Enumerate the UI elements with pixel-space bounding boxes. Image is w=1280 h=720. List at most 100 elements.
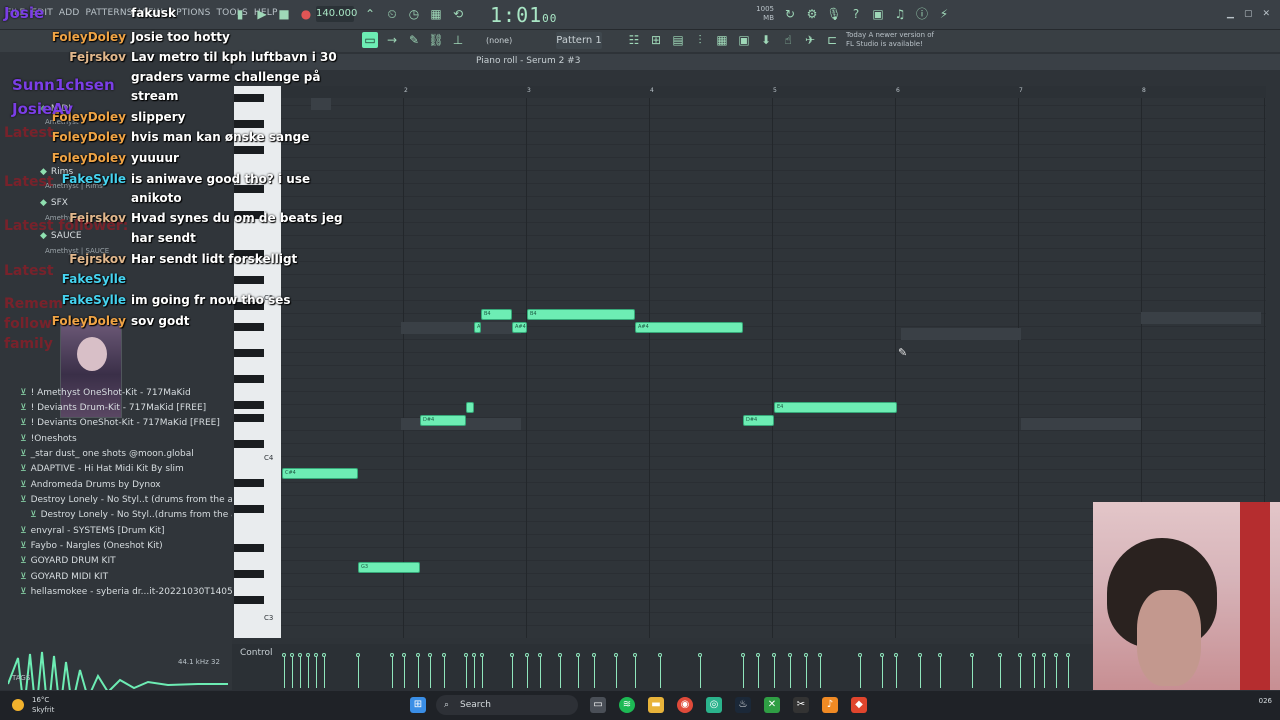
velocity-bar[interactable] bbox=[292, 656, 293, 688]
velocity-handle[interactable] bbox=[970, 653, 974, 657]
note[interactable]: C#4 bbox=[282, 468, 358, 479]
velocity-bar[interactable] bbox=[284, 656, 285, 688]
velocity-handle[interactable] bbox=[818, 653, 822, 657]
piano-roll-icon[interactable]: ▤ bbox=[670, 32, 686, 48]
velocity-bar[interactable] bbox=[1034, 656, 1035, 688]
note[interactable]: D#4 bbox=[420, 415, 466, 426]
velocity-bar[interactable] bbox=[1020, 656, 1021, 688]
velocity-handle[interactable] bbox=[658, 653, 662, 657]
update-notice[interactable]: Today A newer version of FL Studio is av… bbox=[846, 31, 938, 49]
velocity-bar[interactable] bbox=[324, 656, 325, 688]
black-key[interactable] bbox=[234, 349, 264, 357]
velocity-bar[interactable] bbox=[594, 656, 595, 688]
project-icon[interactable]: ▣ bbox=[736, 32, 752, 48]
velocity-handle[interactable] bbox=[788, 653, 792, 657]
velocity-bar[interactable] bbox=[820, 656, 821, 688]
velocity-bar[interactable] bbox=[743, 656, 744, 688]
browser-item[interactable]: ⊻ envyral - SYSTEMS [Drum Kit] bbox=[20, 526, 165, 536]
velocity-bar[interactable] bbox=[512, 656, 513, 688]
velocity-handle[interactable] bbox=[880, 653, 884, 657]
velocity-bar[interactable] bbox=[300, 656, 301, 688]
velocity-handle[interactable] bbox=[772, 653, 776, 657]
velocity-bar[interactable] bbox=[758, 656, 759, 688]
velocity-bar[interactable] bbox=[700, 656, 701, 688]
playlist-icon[interactable]: ☷ bbox=[626, 32, 642, 48]
note[interactable]: B4 bbox=[527, 309, 635, 320]
velocity-bar[interactable] bbox=[1056, 656, 1057, 688]
help-icon[interactable]: ? bbox=[848, 6, 864, 22]
app-icon[interactable]: ◎ bbox=[706, 697, 722, 713]
windows-start-icon[interactable]: ⊞ bbox=[410, 697, 426, 713]
browser-item[interactable]: ⊻! Deviants Drum-Kit - 717MaKid [FREE] bbox=[20, 403, 206, 413]
velocity-handle[interactable] bbox=[416, 653, 420, 657]
metronome-icon[interactable]: ⌃ bbox=[362, 6, 378, 22]
velocity-bar[interactable] bbox=[616, 656, 617, 688]
chrome-icon[interactable]: ◉ bbox=[677, 697, 693, 713]
black-key[interactable] bbox=[234, 120, 264, 128]
mic-icon[interactable]: 🎙 bbox=[826, 6, 842, 22]
maximize-icon[interactable]: ▢ bbox=[1244, 9, 1253, 19]
taskbar-search[interactable]: ⌕ Search bbox=[436, 695, 578, 715]
velocity-bar[interactable] bbox=[308, 656, 309, 688]
velocity-handle[interactable] bbox=[402, 653, 406, 657]
velocity-handle[interactable] bbox=[804, 653, 808, 657]
browser-icon[interactable]: ▦ bbox=[714, 32, 730, 48]
velocity-bar[interactable] bbox=[540, 656, 541, 688]
black-key[interactable] bbox=[234, 146, 264, 154]
velocity-handle[interactable] bbox=[525, 653, 529, 657]
velocity-handle[interactable] bbox=[698, 653, 702, 657]
record-icon[interactable]: ● bbox=[298, 6, 314, 22]
velocity-handle[interactable] bbox=[858, 653, 862, 657]
mixer-icon[interactable]: ⚙ bbox=[804, 6, 820, 22]
velocity-bar[interactable] bbox=[444, 656, 445, 688]
play-icon[interactable]: ▶ bbox=[254, 6, 270, 22]
weather-widget[interactable]: 16°C Skyfrit bbox=[32, 695, 54, 715]
velocity-handle[interactable] bbox=[356, 653, 360, 657]
velocity-handle[interactable] bbox=[464, 653, 468, 657]
control-label[interactable]: Control bbox=[240, 648, 273, 658]
velocity-bar[interactable] bbox=[527, 656, 528, 688]
velocity-handle[interactable] bbox=[442, 653, 446, 657]
velocity-handle[interactable] bbox=[290, 653, 294, 657]
velocity-bar[interactable] bbox=[806, 656, 807, 688]
velocity-bar[interactable] bbox=[882, 656, 883, 688]
velocity-bar[interactable] bbox=[316, 656, 317, 688]
velocity-bar[interactable] bbox=[482, 656, 483, 688]
step-edit-icon[interactable]: ▦ bbox=[428, 6, 444, 22]
fl-studio-icon[interactable]: ♪ bbox=[822, 697, 838, 713]
browser-item[interactable]: ⊻ Destroy Lonely - No Styl..(drums from t… bbox=[30, 510, 263, 520]
velocity-bar[interactable] bbox=[430, 656, 431, 688]
velocity-handle[interactable] bbox=[390, 653, 394, 657]
velocity-handle[interactable] bbox=[298, 653, 302, 657]
note[interactable]: E4 bbox=[774, 402, 897, 413]
velocity-handle[interactable] bbox=[756, 653, 760, 657]
velocity-bar[interactable] bbox=[578, 656, 579, 688]
task-view-icon[interactable]: ▭ bbox=[590, 697, 606, 713]
velocity-bar[interactable] bbox=[896, 656, 897, 688]
note[interactable]: A#4 bbox=[635, 322, 743, 333]
black-key[interactable] bbox=[234, 185, 264, 193]
black-key[interactable] bbox=[234, 276, 264, 284]
black-key[interactable] bbox=[234, 440, 264, 448]
touch-icon[interactable]: ☝ bbox=[780, 32, 796, 48]
pat-song-toggle[interactable]: ▮ bbox=[232, 6, 248, 22]
browser-item[interactable]: ⊻! Deviants OneShot-Kit - 717MaKid [FREE… bbox=[20, 418, 220, 428]
velocity-handle[interactable] bbox=[510, 653, 514, 657]
save-icon[interactable]: ▣ bbox=[870, 6, 886, 22]
piano-icon[interactable]: ♫ bbox=[892, 6, 908, 22]
black-key[interactable] bbox=[234, 479, 264, 487]
capcut-icon[interactable]: ✂ bbox=[793, 697, 809, 713]
channel-rack-icon[interactable]: ⊞ bbox=[648, 32, 664, 48]
tool-icon[interactable]: ✈ bbox=[802, 32, 818, 48]
note[interactable]: A#4 bbox=[512, 322, 527, 333]
brave-icon[interactable]: ◆ bbox=[851, 697, 867, 713]
black-key[interactable] bbox=[234, 414, 264, 422]
velocity-bar[interactable] bbox=[972, 656, 973, 688]
black-key[interactable] bbox=[234, 596, 264, 604]
velocity-handle[interactable] bbox=[480, 653, 484, 657]
velocity-handle[interactable] bbox=[741, 653, 745, 657]
velocity-handle[interactable] bbox=[894, 653, 898, 657]
velocity-handle[interactable] bbox=[1042, 653, 1046, 657]
browser-item[interactable]: ⊻ Faybo - Nargles (Oneshot Kit) bbox=[20, 541, 163, 551]
browser-item[interactable]: ⊻ Destroy Lonely - No Styl..t (drums from… bbox=[20, 495, 259, 505]
